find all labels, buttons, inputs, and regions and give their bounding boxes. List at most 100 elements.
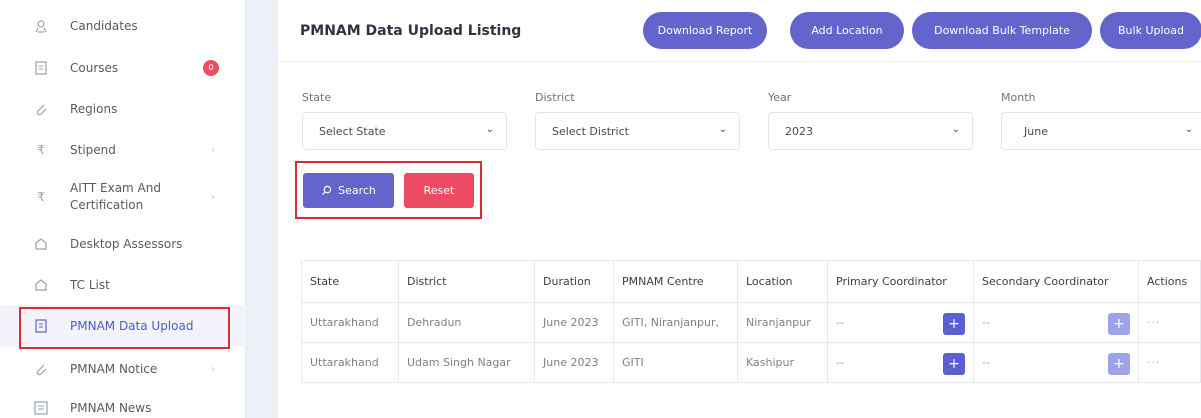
- cell-state: Uttarakhand: [301, 302, 399, 343]
- rupee-icon: ₹: [37, 190, 45, 204]
- home-icon: [34, 278, 48, 292]
- rupee-icon: ₹: [37, 143, 45, 157]
- courses-count-badge: 0: [203, 60, 219, 76]
- district-select-value: Select District: [552, 124, 629, 138]
- secondary-coordinator-value: --: [982, 316, 990, 329]
- paperclip-icon: [34, 362, 48, 376]
- sidebar-item-label-line2: Certification: [70, 198, 144, 212]
- chevron-right-icon: ›: [211, 363, 215, 375]
- search-icon: [322, 185, 332, 196]
- state-select-value: Select State: [319, 124, 386, 138]
- page-title: PMNAM Data Upload Listing: [300, 23, 522, 39]
- sidebar-item-label: Courses: [70, 61, 119, 75]
- add-secondary-coordinator-button[interactable]: +: [1108, 313, 1130, 335]
- column-header-actions: Actions: [1138, 260, 1201, 303]
- chevron-right-icon: ›: [211, 191, 215, 203]
- chevron-down-icon: ⌄: [485, 124, 494, 135]
- month-label: Month: [1001, 91, 1036, 104]
- sidebar-item-label: Desktop Assessors: [70, 237, 183, 251]
- column-header-primary-coordinator: Primary Coordinator: [827, 260, 974, 303]
- table-row: Uttarakhand Dehradun June 2023 GITI, Nir…: [301, 302, 1201, 343]
- column-header-duration: Duration: [534, 260, 614, 303]
- cell-actions: ···: [1138, 302, 1201, 343]
- sidebar-item-pmnam-notice[interactable]: PMNAM Notice ›: [0, 359, 246, 379]
- cell-state: Uttarakhand: [301, 342, 399, 383]
- cell-duration: June 2023: [534, 302, 614, 343]
- cell-centre: GITI: [613, 342, 738, 383]
- highlight-box-sidebar: [19, 307, 230, 349]
- sidebar-item-tc-list[interactable]: TC List: [0, 275, 246, 295]
- document-icon: [34, 61, 48, 75]
- district-select[interactable]: Select District ⌄: [535, 112, 740, 150]
- column-header-state: State: [301, 260, 399, 303]
- month-select[interactable]: June ⌄: [1001, 112, 1201, 150]
- pmnam-data-table: State District Duration PMNAM Centre Loc…: [301, 260, 1201, 383]
- add-primary-coordinator-button[interactable]: +: [943, 313, 965, 335]
- home-icon: [34, 237, 48, 251]
- data-upload-card: PMNAM Data Upload Listing Download Repor…: [278, 0, 1201, 418]
- secondary-coordinator-value: --: [982, 356, 990, 369]
- year-select-value: 2023: [785, 124, 813, 138]
- add-secondary-coordinator-button[interactable]: +: [1108, 353, 1130, 375]
- more-actions-icon[interactable]: ···: [1147, 316, 1161, 329]
- card-header: PMNAM Data Upload Listing Download Repor…: [278, 0, 1201, 62]
- sidebar-item-pmnam-news[interactable]: PMNAM News: [0, 398, 246, 418]
- cell-location: Kashipur: [737, 342, 828, 383]
- cell-secondary-coordinator: -- +: [973, 342, 1139, 383]
- table-row: Uttarakhand Udam Singh Nagar June 2023 G…: [301, 342, 1201, 383]
- year-label: Year: [768, 91, 792, 104]
- sidebar-item-courses[interactable]: Courses 0: [0, 58, 246, 78]
- sidebar: Candidates Courses 0 Regions ₹ Stipend ›…: [0, 0, 246, 418]
- sidebar-item-label: PMNAM Notice: [70, 362, 158, 376]
- chevron-down-icon: ⌄: [951, 124, 960, 135]
- cell-location: Niranjanpur: [737, 302, 828, 343]
- list-icon: [34, 401, 48, 415]
- state-label: State: [302, 91, 332, 104]
- download-report-button[interactable]: Download Report: [643, 12, 767, 49]
- add-primary-coordinator-button[interactable]: +: [943, 353, 965, 375]
- add-location-button[interactable]: Add Location: [790, 12, 904, 49]
- cell-secondary-coordinator: -- +: [973, 302, 1139, 343]
- cell-district: Dehradun: [398, 302, 535, 343]
- bulk-upload-button[interactable]: Bulk Upload: [1100, 12, 1201, 49]
- more-actions-icon[interactable]: ···: [1147, 356, 1161, 369]
- sidebar-item-candidates[interactable]: Candidates: [0, 16, 246, 36]
- reset-button[interactable]: Reset: [404, 173, 474, 208]
- district-label: District: [535, 91, 575, 104]
- table-header-row: State District Duration PMNAM Centre Loc…: [301, 260, 1201, 303]
- search-button-label: Search: [338, 184, 376, 197]
- year-select[interactable]: 2023 ⌄: [768, 112, 973, 150]
- sidebar-item-label: PMNAM News: [70, 401, 152, 415]
- cell-duration: June 2023: [534, 342, 614, 383]
- column-header-centre: PMNAM Centre: [613, 260, 738, 303]
- cell-primary-coordinator: -- +: [827, 302, 974, 343]
- chevron-down-icon: ⌄: [1184, 124, 1193, 135]
- sidebar-item-label: AITT Exam And: [70, 181, 161, 195]
- paperclip-icon: [34, 102, 48, 116]
- sidebar-item-regions[interactable]: Regions: [0, 99, 246, 119]
- primary-coordinator-value: --: [836, 356, 844, 369]
- chevron-right-icon: ›: [211, 144, 215, 156]
- cell-district: Udam Singh Nagar: [398, 342, 535, 383]
- id-badge-icon: [34, 19, 48, 33]
- sidebar-item-label: Candidates: [70, 19, 138, 33]
- search-button[interactable]: Search: [303, 173, 394, 208]
- column-header-location: Location: [737, 260, 828, 303]
- cell-actions: ···: [1138, 342, 1201, 383]
- sidebar-item-stipend[interactable]: ₹ Stipend ›: [0, 140, 246, 160]
- sidebar-item-label: Regions: [70, 102, 118, 116]
- cell-centre: GITI, Niranjanpur,: [613, 302, 738, 343]
- chevron-down-icon: ⌄: [718, 124, 727, 135]
- sidebar-item-label: TC List: [70, 278, 110, 292]
- cell-primary-coordinator: -- +: [827, 342, 974, 383]
- column-header-secondary-coordinator: Secondary Coordinator: [973, 260, 1139, 303]
- app-root: Candidates Courses 0 Regions ₹ Stipend ›…: [0, 0, 1201, 418]
- sidebar-item-label: Stipend: [70, 143, 116, 157]
- primary-coordinator-value: --: [836, 316, 844, 329]
- month-select-value: June: [1024, 124, 1048, 138]
- sidebar-item-aitt-exam[interactable]: ₹ AITT Exam And Certification ›: [0, 180, 246, 214]
- sidebar-item-desktop-assessors[interactable]: Desktop Assessors: [0, 234, 246, 254]
- column-header-district: District: [398, 260, 535, 303]
- download-bulk-template-button[interactable]: Download Bulk Template: [912, 12, 1092, 49]
- state-select[interactable]: Select State ⌄: [302, 112, 507, 150]
